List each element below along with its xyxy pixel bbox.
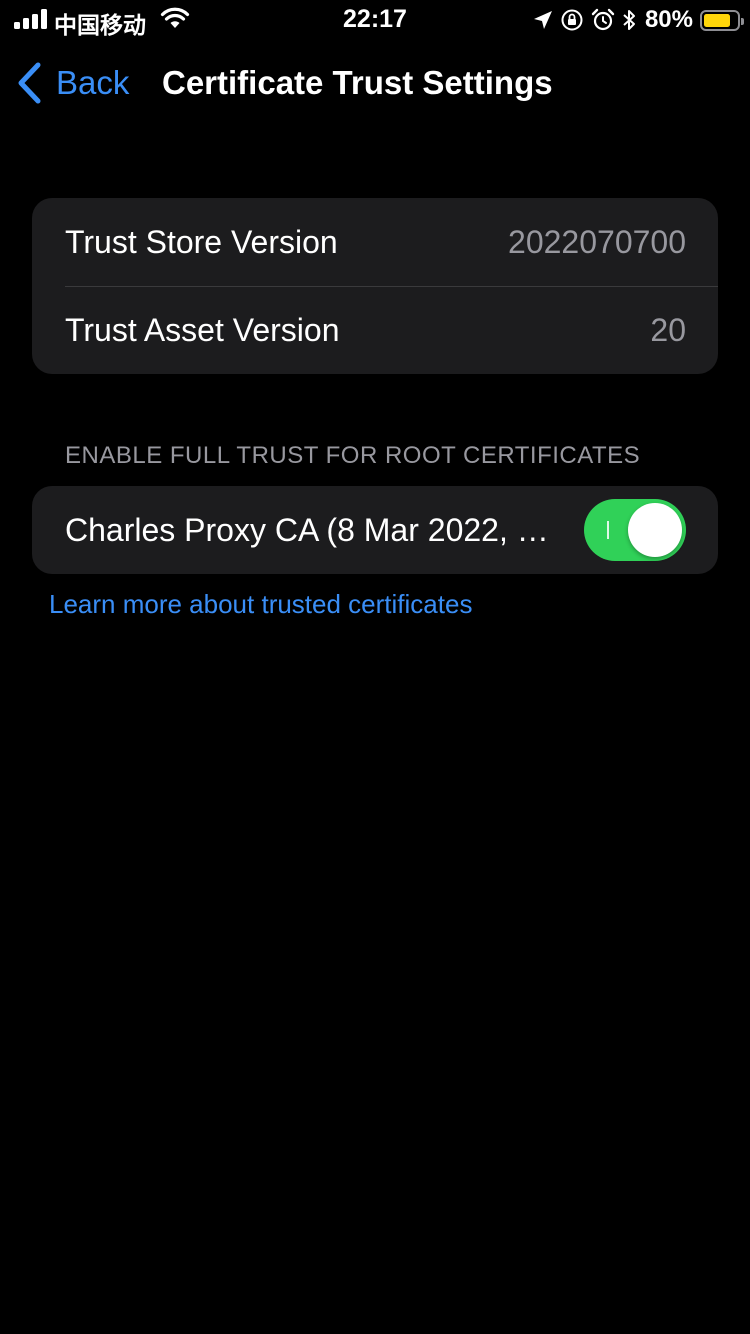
version-info-group: Trust Store Version 2022070700 Trust Ass… (32, 198, 718, 374)
navigation-bar: Back Certificate Trust Settings (0, 56, 750, 112)
location-icon (533, 10, 553, 30)
trust-store-version-row: Trust Store Version 2022070700 (32, 198, 718, 286)
battery-level (704, 13, 730, 27)
page-title: Certificate Trust Settings (162, 64, 553, 101)
full-trust-toggle[interactable] (584, 499, 686, 561)
trust-store-version-label: Trust Store Version (65, 223, 338, 260)
alarm-icon (591, 8, 615, 32)
toggle-knob (628, 503, 682, 557)
trust-store-version-value: 2022070700 (508, 223, 686, 260)
trust-asset-version-label: Trust Asset Version (65, 311, 340, 348)
back-label: Back (56, 64, 130, 101)
status-bar: 中国移动 22:17 80% (0, 0, 750, 40)
root-certificates-group: Charles Proxy CA (8 Mar 2022, SHIELDR-PC… (32, 486, 718, 574)
bluetooth-icon (622, 8, 636, 32)
battery-icon (700, 9, 744, 31)
battery-percent: 80% (644, 6, 693, 33)
certificate-name: Charles Proxy CA (8 Mar 2022, SHIELDR-PC… (65, 511, 554, 548)
back-button[interactable]: Back (16, 62, 129, 104)
section-header: ENABLE FULL TRUST FOR ROOT CERTIFICATES (65, 442, 641, 469)
chevron-left-icon (18, 62, 41, 104)
trust-asset-version-row: Trust Asset Version 20 (32, 286, 718, 374)
trust-asset-version-value: 20 (650, 311, 686, 348)
certificate-row: Charles Proxy CA (8 Mar 2022, SHIELDR-PC… (32, 486, 718, 574)
orientation-lock-icon (560, 8, 584, 32)
learn-more-link[interactable]: Learn more about trusted certificates (49, 589, 472, 620)
toggle-on-indicator (607, 521, 609, 539)
